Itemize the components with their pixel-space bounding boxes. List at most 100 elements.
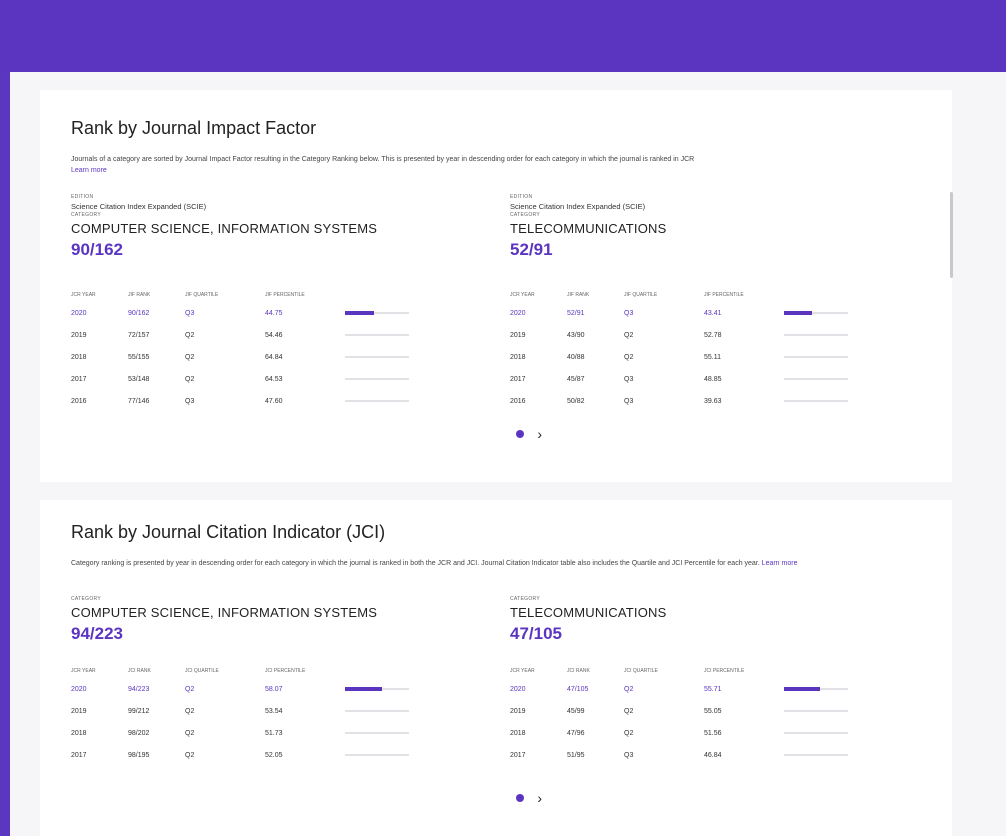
percentile-bar-cell (345, 744, 415, 766)
category-label: CATEGORY (510, 212, 540, 218)
scrollbar[interactable] (950, 192, 953, 278)
column-header (345, 664, 415, 678)
rank-cell: 47/96 (567, 729, 585, 737)
table-row[interactable]: 2020 94/223 Q2 58.07 (71, 678, 415, 700)
table-row: 2017 53/148 Q2 64.53 (71, 368, 415, 390)
percentile-bar-cell (345, 302, 415, 324)
column-header: JCR YEAR (510, 668, 535, 674)
year-cell: 2019 (510, 707, 526, 715)
page-dot-icon[interactable] (516, 794, 524, 802)
rank-cell: 98/195 (128, 751, 150, 759)
chevron-right-icon[interactable]: › (537, 790, 542, 806)
percentile-bar-cell (784, 346, 854, 368)
percentile-bar-cell (345, 678, 415, 700)
table-row: 2018 55/155 Q2 64.84 (71, 346, 415, 368)
year-cell: 2018 (71, 353, 87, 361)
percentile-cell: 51.73 (265, 729, 283, 737)
rank-cell: 47/105 (567, 685, 589, 693)
percentile-bar (784, 311, 848, 315)
percentile-bar (345, 400, 409, 402)
column-header (784, 664, 854, 678)
year-cell: 2020 (510, 309, 526, 317)
percentile-bar-cell (784, 744, 854, 766)
page-dot-icon[interactable] (516, 430, 524, 438)
percentile-cell: 52.05 (265, 751, 283, 759)
rank-cell: 98/202 (128, 729, 150, 737)
category-name: COMPUTER SCIENCE, INFORMATION SYSTEMS (71, 605, 378, 620)
chevron-right-icon[interactable]: › (537, 426, 542, 442)
rank-cell: 51/95 (567, 751, 585, 759)
quartile-cell: Q3 (624, 397, 634, 405)
percentile-cell: 55.71 (704, 685, 722, 693)
rank-cell: 53/148 (128, 375, 150, 383)
category-label: CATEGORY (71, 596, 101, 602)
percentile-bar (784, 334, 848, 336)
jci-learn-more-link[interactable]: Learn more (762, 560, 798, 567)
percentile-bar (784, 687, 848, 691)
percentile-cell: 54.46 (265, 331, 283, 339)
percentile-bar (784, 754, 848, 756)
year-cell: 2018 (510, 353, 526, 361)
quartile-cell: Q2 (185, 353, 195, 361)
rank-cell: 45/99 (567, 707, 585, 715)
jif-learn-more-link[interactable]: Learn more (71, 167, 107, 174)
rank-cell: 94/223 (128, 685, 150, 693)
page-content: Rank by Journal Impact Factor Journals o… (10, 72, 1006, 836)
jci-card-title: Rank by Journal Citation Indicator (JCI) (71, 522, 386, 542)
year-cell: 2019 (71, 707, 87, 715)
table-header-row: JCR YEAR JIF RANK JIF QUARTILE JIF PERCENTI… (510, 288, 854, 302)
jif-category-right: EDITION Science Citation Index Expanded … (510, 194, 910, 261)
column-header: JCI QUARTILE (624, 668, 658, 674)
jif-pager: › (516, 426, 542, 442)
year-cell: 2017 (510, 751, 526, 759)
table-row[interactable]: 2020 90/162 Q3 44.75 (71, 302, 415, 324)
quartile-cell: Q2 (185, 729, 195, 737)
year-cell: 2018 (71, 729, 87, 737)
rank-cell: 50/82 (567, 397, 585, 405)
jci-category-right: CATEGORY TELECOMMUNICATIONS 47/105 (510, 596, 910, 645)
column-header: JIF PERCENTILE (704, 292, 744, 298)
percentile-cell: 52.78 (704, 331, 722, 339)
percentile-bar (345, 378, 409, 380)
year-cell: 2020 (71, 685, 87, 693)
edition-label: EDITION (71, 194, 94, 200)
jci-description-text: Category ranking is presented by year in… (71, 560, 760, 567)
quartile-cell: Q2 (624, 707, 634, 715)
percentile-cell: 47.60 (265, 397, 283, 405)
percentile-cell: 58.07 (265, 685, 283, 693)
rank-cell: 99/212 (128, 707, 150, 715)
percentile-bar (345, 687, 409, 691)
percentile-cell: 46.84 (704, 751, 722, 759)
jif-rank-table-right: JCR YEAR JIF RANK JIF QUARTILE JIF PERCENTI… (510, 288, 854, 412)
column-header: JCI PERCENTILE (704, 668, 745, 674)
percentile-bar (345, 732, 409, 734)
year-cell: 2019 (510, 331, 526, 339)
rank-cell: 55/155 (128, 353, 150, 361)
table-row[interactable]: 2020 47/105 Q2 55.71 (510, 678, 854, 700)
percentile-bar-cell (784, 722, 854, 744)
jif-card-description: Journals of a category are sorted by Jou… (71, 154, 911, 176)
rank-cell: 52/91 (567, 309, 585, 317)
category-rank: 90/162 (71, 240, 123, 259)
category-rank: 52/91 (510, 240, 553, 259)
percentile-cell: 64.53 (265, 375, 283, 383)
table-header-row: JCR YEAR JCI RANK JCI QUARTILE JCI PERCENTI… (510, 664, 854, 678)
percentile-bar (345, 356, 409, 358)
column-header: JCI RANK (567, 668, 590, 674)
percentile-bar-cell (345, 346, 415, 368)
column-header: JIF PERCENTILE (265, 292, 305, 298)
percentile-bar (345, 334, 409, 336)
category-name: TELECOMMUNICATIONS (510, 221, 667, 236)
percentile-bar (345, 754, 409, 756)
year-cell: 2018 (510, 729, 526, 737)
table-row: 2019 43/90 Q2 52.78 (510, 324, 854, 346)
rank-cell: 77/146 (128, 397, 150, 405)
table-row[interactable]: 2020 52/91 Q3 43.41 (510, 302, 854, 324)
jci-card-description: Category ranking is presented by year in… (71, 558, 911, 569)
percentile-bar-cell (345, 722, 415, 744)
percentile-cell: 51.56 (704, 729, 722, 737)
jif-description-text: Journals of a category are sorted by Jou… (71, 156, 695, 163)
percentile-bar-cell (784, 700, 854, 722)
table-row: 2019 72/157 Q2 54.46 (71, 324, 415, 346)
column-header: JCR YEAR (71, 292, 96, 298)
